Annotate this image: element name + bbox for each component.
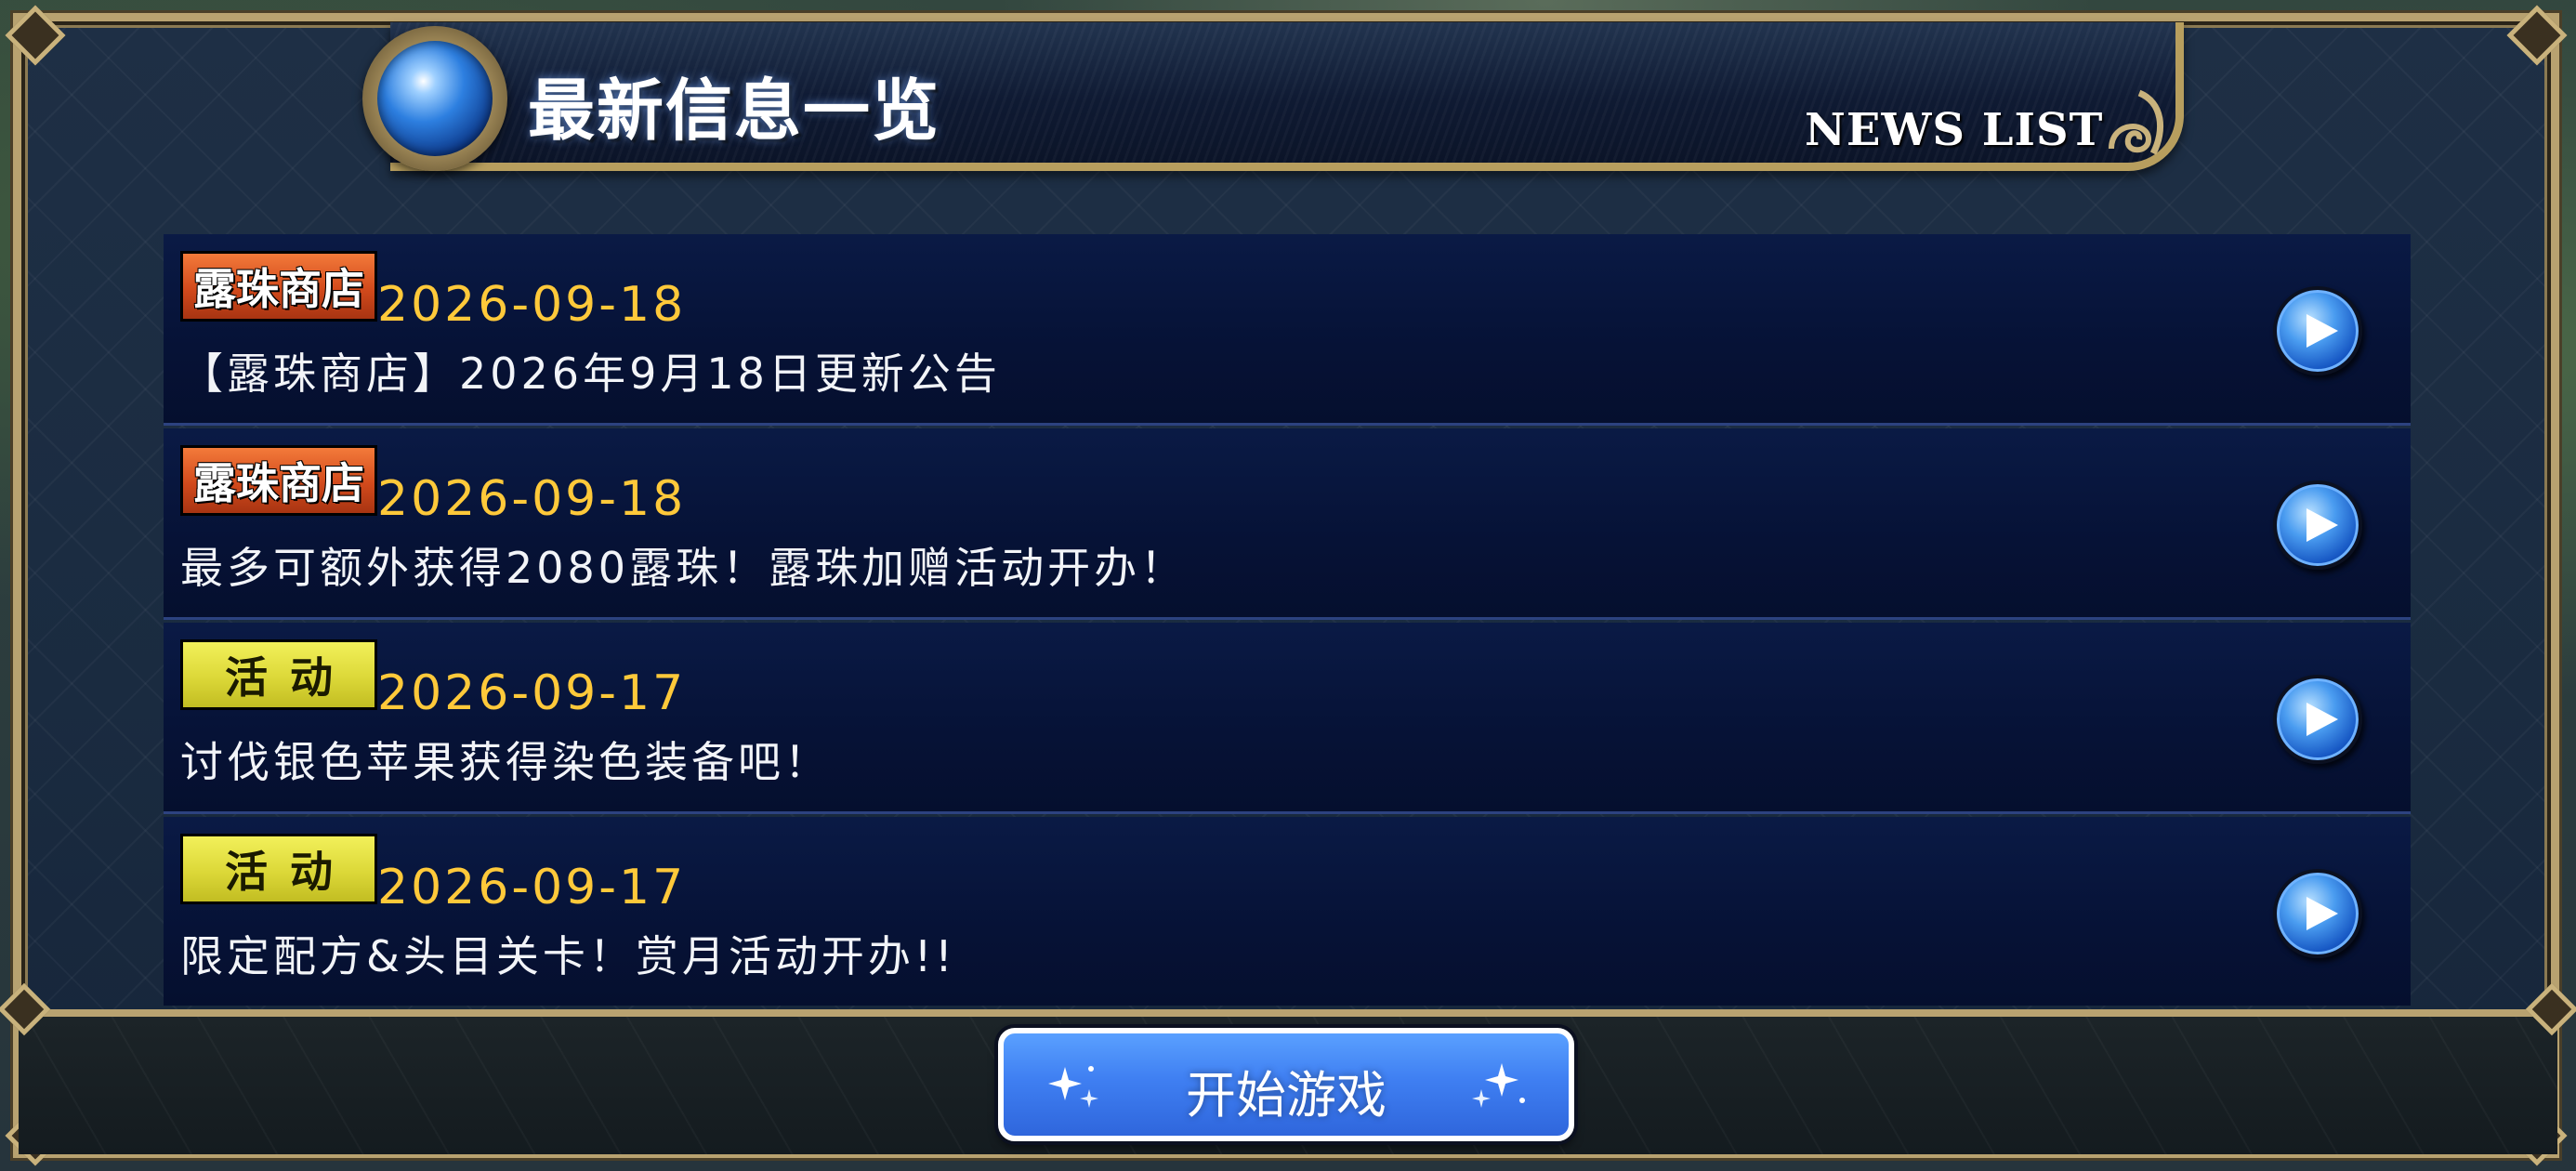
category-tag: 活动	[180, 639, 377, 710]
category-tag: 露珠商店	[180, 445, 377, 516]
open-news-button[interactable]	[2273, 869, 2362, 958]
start-game-button[interactable]: 开始游戏	[998, 1028, 1574, 1141]
news-item[interactable]: 活动 2026-09-17 讨伐银色苹果获得染色装备吧！	[164, 623, 2411, 814]
sparkle-icon	[1472, 1063, 1525, 1108]
open-news-button[interactable]	[2273, 480, 2362, 570]
news-headline: 限定配方&头目关卡！赏月活动开办!!	[180, 931, 956, 981]
news-item[interactable]: 露珠商店 2026-09-18 【露珠商店】2026年9月18日更新公告	[164, 234, 2411, 426]
page-title: 最新信息一览	[528, 71, 941, 150]
open-news-button[interactable]	[2273, 675, 2362, 764]
frame-corner-ornament	[2506, 5, 2568, 66]
news-date: 2026-09-17	[377, 860, 687, 915]
play-arrow-icon	[2307, 897, 2338, 930]
news-date: 2026-09-17	[377, 665, 687, 721]
frame-corner-ornament	[5, 5, 66, 66]
open-news-button[interactable]	[2273, 286, 2362, 375]
play-arrow-icon	[2307, 508, 2338, 542]
news-headline: 【露珠商店】2026年9月18日更新公告	[180, 349, 1001, 399]
page-subtitle: NEWS LIST	[1805, 104, 2104, 156]
swirl-ornament-icon	[2109, 89, 2164, 155]
play-arrow-icon	[2307, 314, 2338, 348]
news-headline: 最多可额外获得2080露珠！露珠加赠活动开办！	[180, 543, 1188, 593]
news-list[interactable]: 露珠商店 2026-09-18 【露珠商店】2026年9月18日更新公告 露珠商…	[164, 234, 2411, 1006]
news-date: 2026-09-18	[377, 471, 687, 527]
globe-orb-icon	[362, 26, 507, 171]
category-tag: 露珠商店	[180, 251, 377, 322]
play-arrow-icon	[2307, 703, 2338, 736]
category-tag: 活动	[180, 834, 377, 904]
news-item[interactable]: 活动 2026-09-17 限定配方&头目关卡！赏月活动开办!!	[164, 817, 2411, 1006]
news-headline: 讨伐银色苹果获得染色装备吧！	[180, 737, 831, 787]
news-date: 2026-09-18	[377, 277, 687, 333]
news-item[interactable]: 露珠商店 2026-09-18 最多可额外获得2080露珠！露珠加赠活动开办！	[164, 428, 2411, 620]
